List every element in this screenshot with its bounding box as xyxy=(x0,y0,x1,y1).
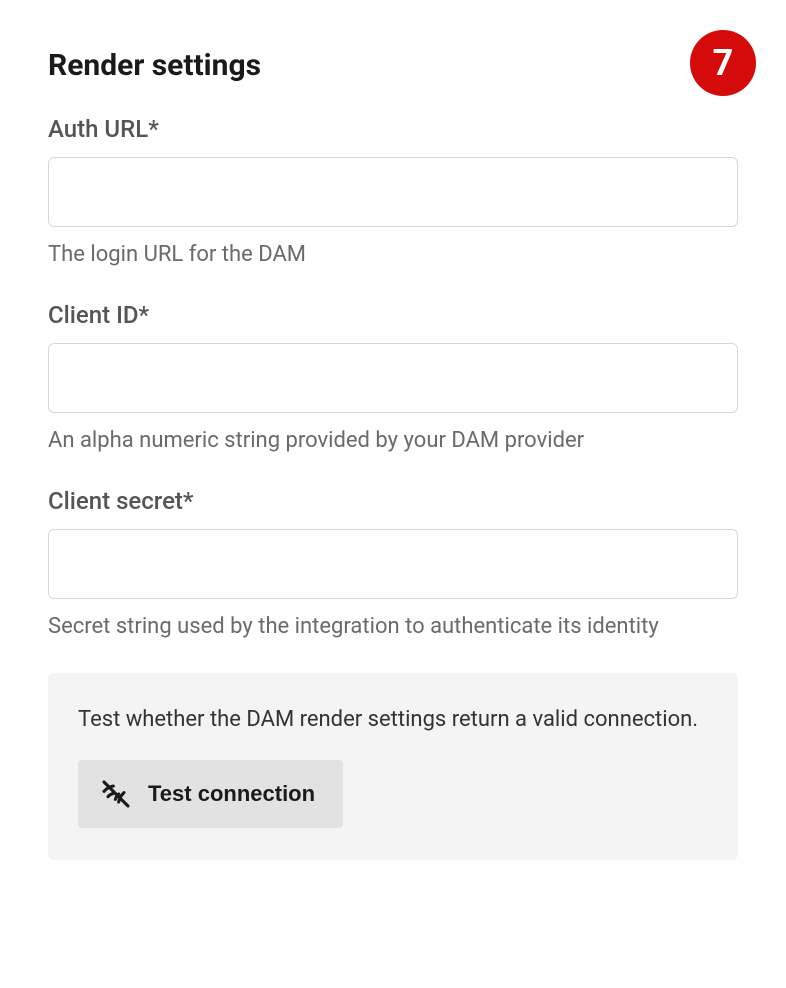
client-secret-label: Client secret* xyxy=(48,487,738,515)
auth-url-field-group: Auth URL* The login URL for the DAM xyxy=(48,115,738,271)
test-connection-button[interactable]: Test connection xyxy=(78,760,343,828)
client-id-input[interactable] xyxy=(48,343,738,413)
test-connection-panel: Test whether the DAM render settings ret… xyxy=(48,673,738,860)
auth-url-help: The login URL for the DAM xyxy=(48,239,738,271)
client-secret-input[interactable] xyxy=(48,529,738,599)
connectivity-icon xyxy=(100,778,132,810)
render-settings-panel: 7 Render settings Auth URL* The login UR… xyxy=(0,0,786,908)
step-number: 7 xyxy=(713,42,734,84)
test-connection-button-label: Test connection xyxy=(148,781,315,807)
client-id-help: An alpha numeric string provided by your… xyxy=(48,425,738,457)
client-id-label: Client ID* xyxy=(48,301,738,329)
test-connection-help: Test whether the DAM render settings ret… xyxy=(78,703,708,736)
section-title: Render settings xyxy=(48,48,738,83)
step-badge: 7 xyxy=(690,30,756,96)
auth-url-label: Auth URL* xyxy=(48,115,738,143)
client-secret-field-group: Client secret* Secret string used by the… xyxy=(48,487,738,643)
auth-url-input[interactable] xyxy=(48,157,738,227)
client-id-field-group: Client ID* An alpha numeric string provi… xyxy=(48,301,738,457)
client-secret-help: Secret string used by the integration to… xyxy=(48,611,738,643)
